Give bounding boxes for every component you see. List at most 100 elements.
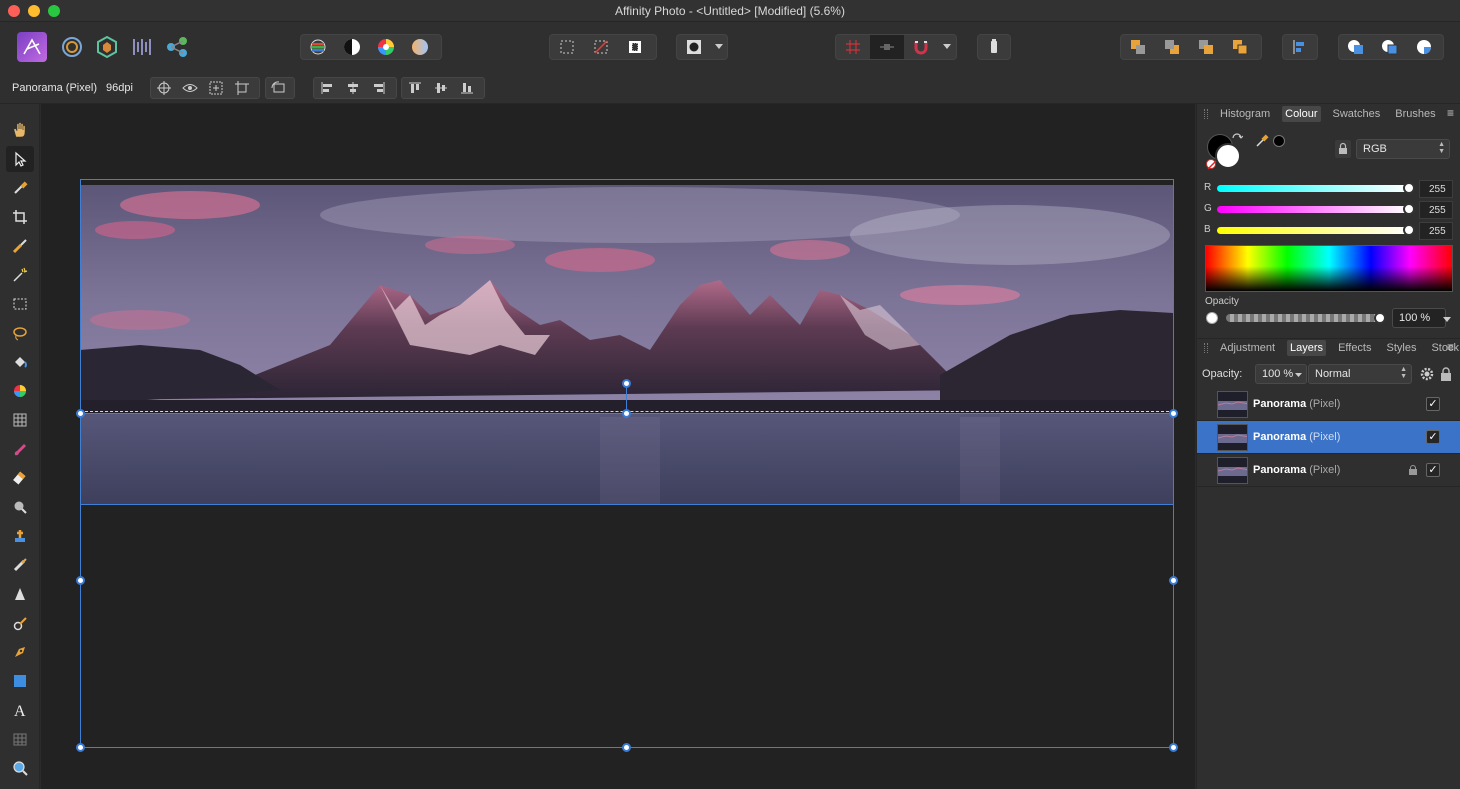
resize-handle-left[interactable] — [76, 576, 85, 585]
align-middle-icon[interactable] — [428, 78, 454, 98]
layer-row-selected[interactable]: Panorama (Pixel) ✓ — [1197, 421, 1460, 454]
layer-visibility-checkbox[interactable]: ✓ — [1426, 463, 1440, 477]
tab-effects[interactable]: Effects — [1335, 340, 1374, 356]
opacity-field[interactable]: 100 % — [1392, 308, 1446, 328]
layer-row[interactable]: Panorama (Pixel) ✓ — [1197, 388, 1460, 421]
intersect-shapes-icon[interactable] — [1407, 35, 1441, 59]
no-fill-icon[interactable] — [1206, 159, 1217, 170]
eye-icon[interactable] — [177, 78, 203, 98]
resize-handle-bottom-left[interactable] — [76, 743, 85, 752]
align-bottom-icon[interactable] — [454, 78, 480, 98]
tab-adjustment[interactable]: Adjustment — [1217, 340, 1278, 356]
panel-menu-icon[interactable]: ≡ — [1447, 106, 1454, 120]
blend-mode-select[interactable]: Normal ▲ ▼ — [1308, 364, 1412, 384]
move-back-one-icon[interactable] — [1155, 35, 1189, 59]
resize-handle-bottom[interactable] — [622, 743, 631, 752]
rectangle-icon[interactable] — [6, 668, 34, 694]
red-value-field[interactable]: 255 — [1419, 180, 1453, 198]
colour-picker-tool-icon[interactable] — [6, 175, 34, 201]
crop-tool-icon[interactable] — [6, 204, 34, 230]
flood-fill-icon[interactable] — [6, 349, 34, 375]
pen-icon[interactable] — [6, 639, 34, 665]
hand-tool-icon[interactable] — [6, 117, 34, 143]
tone-mapping-persona-icon[interactable] — [127, 32, 157, 62]
align-center-icon[interactable] — [340, 78, 366, 98]
develop-persona-icon[interactable] — [92, 32, 122, 62]
smudge-icon[interactable] — [6, 610, 34, 636]
layer-row[interactable]: Panorama (Pixel) ✓ — [1197, 454, 1460, 487]
colour-spectrum[interactable] — [1205, 245, 1453, 292]
quick-mask-icon[interactable] — [677, 35, 711, 59]
erase-brush-icon[interactable] — [6, 465, 34, 491]
snapping-magnet-icon[interactable] — [904, 35, 938, 59]
red-slider-knob[interactable] — [1403, 182, 1415, 194]
flood-select-icon[interactable] — [6, 262, 34, 288]
tab-stock[interactable]: Stock — [1428, 340, 1460, 356]
dodge-icon[interactable] — [6, 494, 34, 520]
resize-handle-right[interactable] — [1169, 576, 1178, 585]
rotation-handle[interactable] — [622, 379, 631, 388]
tab-styles[interactable]: Styles — [1384, 340, 1420, 356]
align-snap-icon[interactable] — [870, 35, 904, 59]
swap-colours-icon[interactable] — [1231, 132, 1244, 147]
align-right-icon[interactable] — [366, 78, 392, 98]
green-slider[interactable] — [1217, 206, 1409, 213]
move-to-back-icon[interactable] — [1121, 35, 1155, 59]
panel-menu-icon[interactable]: ≡ — [1447, 340, 1454, 354]
assistant-icon[interactable] — [978, 35, 1010, 59]
lock-icon[interactable] — [1335, 140, 1351, 158]
grid-icon[interactable] — [836, 35, 870, 59]
contrast-icon[interactable] — [335, 35, 369, 59]
resize-handle-bottom-right[interactable] — [1169, 743, 1178, 752]
colour-wheel-icon[interactable] — [369, 35, 403, 59]
freehand-select-icon[interactable] — [6, 320, 34, 346]
layer-visibility-checkbox[interactable]: ✓ — [1426, 430, 1440, 444]
subtract-shapes-icon[interactable] — [1373, 35, 1407, 59]
opacity-slider[interactable] — [1226, 314, 1382, 322]
clone-icon[interactable] — [6, 523, 34, 549]
white-balance-icon[interactable] — [403, 35, 437, 59]
green-slider-knob[interactable] — [1403, 203, 1415, 215]
green-value-field[interactable]: 255 — [1419, 201, 1453, 219]
layer-visibility-checkbox[interactable]: ✓ — [1426, 397, 1440, 411]
red-slider[interactable] — [1217, 185, 1409, 192]
align-left-icon[interactable] — [314, 78, 340, 98]
photo-persona-icon[interactable] — [17, 32, 47, 62]
align-left-icon[interactable] — [1283, 35, 1317, 59]
select-all-icon[interactable] — [550, 35, 584, 59]
healing-icon[interactable] — [6, 552, 34, 578]
blue-slider-knob[interactable] — [1403, 224, 1415, 236]
resize-handle-top[interactable] — [622, 409, 631, 418]
add-shapes-icon[interactable] — [1339, 35, 1373, 59]
move-tool-icon[interactable] — [6, 146, 34, 172]
text-icon[interactable]: A — [6, 697, 34, 723]
chevron-down-icon[interactable] — [938, 35, 956, 59]
layer-lock-icon[interactable] — [1409, 465, 1417, 475]
blue-slider[interactable] — [1217, 227, 1409, 234]
paint-brush-icon[interactable] — [6, 436, 34, 462]
selection-brush-icon[interactable] — [6, 233, 34, 259]
move-forward-one-icon[interactable] — [1189, 35, 1223, 59]
gear-icon[interactable] — [1419, 366, 1435, 385]
resize-handle-top-left[interactable] — [76, 409, 85, 418]
deselect-icon[interactable] — [584, 35, 618, 59]
zoom-icon[interactable] — [6, 755, 34, 781]
pixel-persona-grid-icon[interactable] — [6, 407, 34, 433]
export-persona-icon[interactable] — [162, 32, 192, 62]
transform-origin-icon[interactable] — [229, 78, 255, 98]
invert-selection-icon[interactable] — [618, 35, 652, 59]
layer-opacity-select[interactable]: 100 % — [1255, 364, 1307, 384]
center-icon[interactable] — [203, 78, 229, 98]
reset-rotation-icon[interactable] — [266, 78, 292, 98]
mesh-warp-icon[interactable] — [6, 726, 34, 752]
lock-icon[interactable] — [1440, 366, 1452, 385]
liquify-persona-icon[interactable] — [57, 32, 87, 62]
picked-colour-swatch[interactable] — [1273, 135, 1285, 147]
move-to-front-icon[interactable] — [1223, 35, 1257, 59]
colour-picker-icon[interactable] — [1255, 134, 1269, 151]
colour-model-select[interactable]: RGB ▲ ▼ — [1356, 139, 1450, 159]
marquee-icon[interactable] — [6, 291, 34, 317]
gradient-icon[interactable] — [6, 378, 34, 404]
levels-icon[interactable] — [301, 35, 335, 59]
resize-handle-top-right[interactable] — [1169, 409, 1178, 418]
